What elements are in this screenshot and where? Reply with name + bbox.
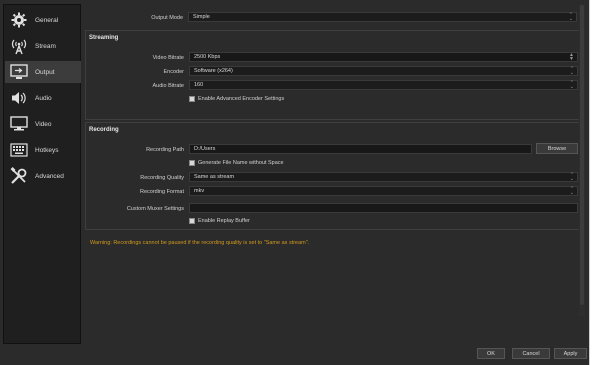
output-mode-select[interactable]: Simple ⌃ ⌄ [188,12,577,22]
sidebar-item-label: General [35,16,59,24]
audio-bitrate-label: Audio Bitrate [152,83,185,89]
encoder-label: Encoder [163,69,185,75]
custom-muxer-input[interactable] [189,203,578,213]
gear-icon [9,11,29,29]
sidebar-item-label: Hotkeys [35,146,59,154]
settings-window: General Stream Output Audio Video Hotkey… [0,0,590,365]
tools-icon [9,167,29,185]
output-mode-value: Simple [193,14,210,20]
recording-format-label: Recording Format [139,189,184,195]
output-mode-label: Output Mode [151,15,183,21]
recording-path-input[interactable]: D:/Users [189,144,532,154]
recording-path-label: Recording Path [146,147,184,153]
video-bitrate-value: 2500 Kbps [194,54,221,60]
scrollbar[interactable] [579,4,585,316]
recording-quality-value: Same as stream [194,174,235,180]
sidebar-item-advanced[interactable]: Advanced [5,165,81,187]
video-bitrate-input[interactable]: 2500 Kbps ▲ ▼ [189,52,578,62]
recording-format-value: mkv [194,188,205,194]
monitor-output-icon [9,63,29,81]
audio-bitrate-select[interactable]: 160 ⌃ ⌄ [189,80,578,90]
recording-quality-select[interactable]: Same as stream ⌃ ⌄ [189,172,578,182]
no-space-label: Generate File Name without Space [198,160,284,166]
sidebar: General Stream Output Audio Video Hotkey… [3,4,81,344]
streaming-group: Streaming Video Bitrate 2500 Kbps ▲ ▼ Enc… [85,30,581,120]
advanced-encoder-checkbox[interactable] [189,96,195,102]
scrollbar-thumb[interactable] [580,5,584,305]
sidebar-item-label: Output [35,68,55,76]
streaming-group-title: Streaming [89,35,119,41]
recording-path-value: D:/Users [194,146,216,152]
updown-arrows-icon: ⌃ ⌄ [569,80,574,90]
sidebar-item-audio[interactable]: Audio [5,87,81,109]
recording-group: Recording Recording Path D:/Users Browse… [85,122,581,230]
sidebar-item-stream[interactable]: Stream [5,35,81,57]
cancel-button[interactable]: Cancel [512,348,550,359]
video-bitrate-label: Video Bitrate [152,55,184,61]
output-settings-panel: Output Mode Simple ⌃ ⌄ Streaming Video Bi… [85,4,585,344]
sidebar-item-label: Audio [35,94,52,102]
recording-format-select[interactable]: mkv ⌃ ⌄ [189,186,578,196]
browse-button[interactable]: Browse [536,143,578,154]
updown-arrows-icon: ⌃ ⌄ [569,66,574,76]
replay-buffer-label: Enable Replay Buffer [198,218,250,224]
advanced-encoder-label: Enable Advanced Encoder Settings [198,96,285,102]
no-space-checkbox[interactable] [189,160,195,166]
sidebar-item-hotkeys[interactable]: Hotkeys [5,139,81,161]
sidebar-item-video[interactable]: Video [5,113,81,135]
apply-button[interactable]: Apply [554,348,587,359]
warning-text: Warning: Recordings cannot be paused if … [90,240,310,246]
sidebar-item-label: Video [35,120,52,128]
ok-button[interactable]: OK [477,348,505,359]
speaker-icon [9,89,29,107]
sidebar-item-label: Advanced [35,172,64,180]
recording-group-title: Recording [89,127,119,133]
keyboard-icon [9,141,29,159]
sidebar-item-output[interactable]: Output [5,61,81,83]
replay-buffer-checkbox[interactable] [189,218,195,224]
sidebar-item-general[interactable]: General [5,9,81,31]
encoder-value: Software (x264) [194,68,233,74]
updown-arrows-icon: ⌃ ⌄ [569,186,574,196]
spinner-arrows-icon[interactable]: ▲ ▼ [569,53,574,62]
custom-muxer-label: Custom Muxer Settings [126,206,184,212]
sidebar-item-label: Stream [35,42,56,50]
audio-bitrate-value: 160 [194,82,204,88]
encoder-select[interactable]: Software (x264) ⌃ ⌄ [189,66,578,76]
recording-quality-label: Recording Quality [140,175,184,181]
updown-arrows-icon: ⌃ ⌄ [568,12,573,22]
display-icon [9,115,29,133]
updown-arrows-icon: ⌃ ⌄ [569,172,574,182]
antenna-icon [9,37,29,55]
